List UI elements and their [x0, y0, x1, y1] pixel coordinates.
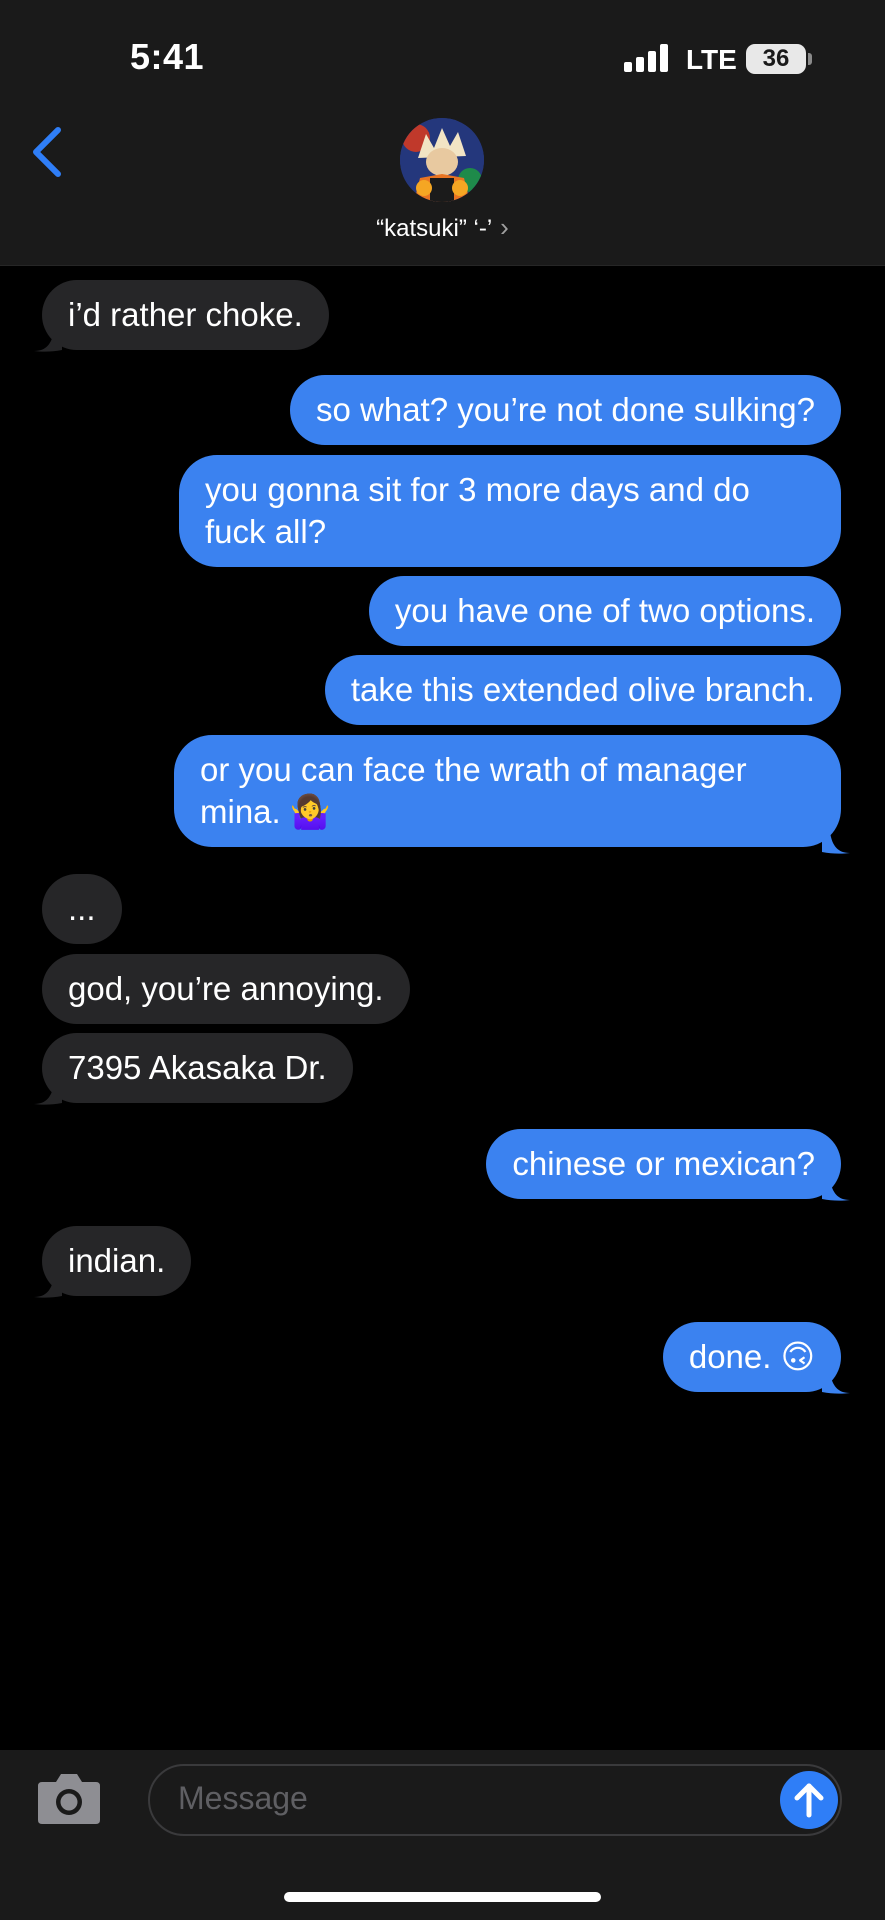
contact-name-button[interactable]: “katsuki” ‘-’ › — [0, 212, 885, 243]
status-time: 5:41 — [130, 36, 205, 77]
bubble-tail — [822, 1179, 850, 1201]
message-bubble-received[interactable]: god, you’re annoying. — [42, 954, 410, 1024]
message-placeholder: Message — [178, 1780, 308, 1816]
message-bubble-sent[interactable]: so what? you’re not done sulking? — [290, 375, 841, 445]
bubble-tail — [822, 1372, 850, 1394]
message-bubble-sent[interactable]: chinese or mexican? — [486, 1129, 841, 1199]
home-indicator — [284, 1892, 601, 1902]
bubble-tail — [822, 832, 850, 854]
contact-name: “katsuki” ‘-’ — [376, 215, 493, 242]
chevron-right-icon: › — [500, 212, 509, 242]
arrow-up-icon — [794, 1783, 824, 1818]
message-bubble-sent[interactable]: done. 🙃 — [662, 1322, 841, 1392]
avatar-image — [400, 118, 484, 202]
message-input[interactable]: Message — [148, 1764, 842, 1836]
message-bubble-sent[interactable]: take this extended olive branch. — [324, 655, 841, 725]
conversation-header: 5:41 LTE 36 “katsuki” ‘-’ › — [0, 0, 885, 266]
battery-icon: 36 — [746, 44, 806, 74]
camera-button[interactable] — [36, 1770, 102, 1826]
message-bubble-sent[interactable]: you gonna sit for 3 more days and do fuc… — [179, 455, 841, 567]
contact-avatar[interactable] — [400, 118, 484, 202]
message-bubble-sent[interactable]: you have one of two options. — [368, 576, 841, 646]
message-bubble-received[interactable]: i’d rather choke. — [42, 280, 329, 350]
message-bubble-sent[interactable]: or you can face the wrath of manager min… — [174, 735, 841, 847]
bubble-tail — [34, 1083, 62, 1105]
back-button[interactable] — [28, 124, 72, 184]
battery-nub — [808, 53, 812, 65]
battery-level: 36 — [762, 45, 790, 72]
send-button[interactable] — [780, 1771, 838, 1829]
bubble-tail — [34, 330, 62, 352]
message-bubble-received[interactable]: ... — [42, 874, 122, 944]
network-type: LTE — [686, 44, 737, 75]
camera-icon — [38, 1774, 100, 1824]
message-bubble-received[interactable]: 7395 Akasaka Dr. — [42, 1033, 353, 1103]
message-composer: Message — [0, 1750, 885, 1920]
chevron-left-icon — [33, 127, 61, 177]
message-bubble-received[interactable]: indian. — [42, 1226, 192, 1296]
cellular-signal-icon — [624, 44, 670, 72]
bubble-tail — [34, 1276, 62, 1298]
